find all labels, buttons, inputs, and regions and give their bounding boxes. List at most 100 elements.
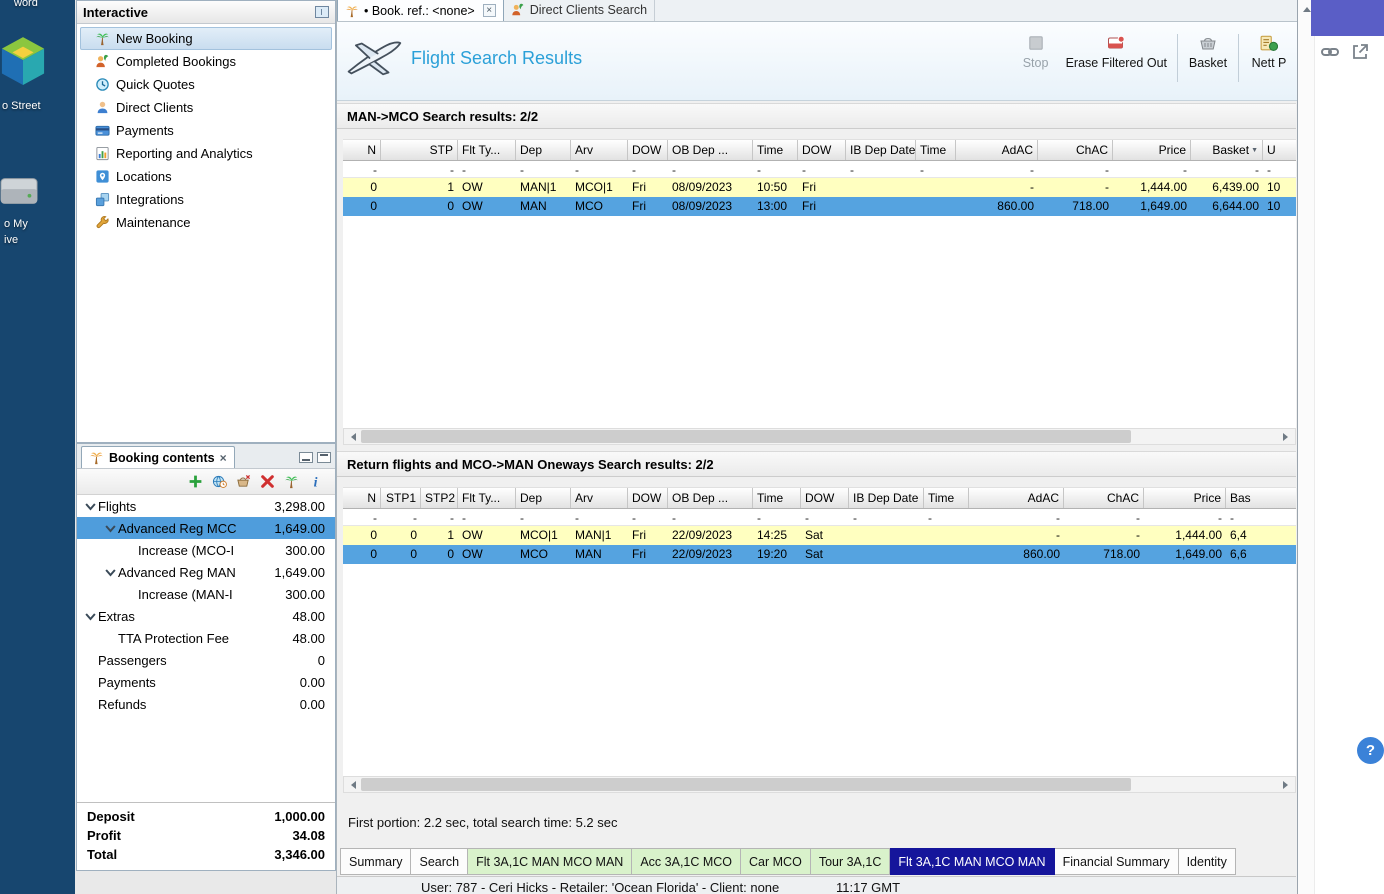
- filter-cell[interactable]: -: [458, 161, 516, 177]
- filter-cell[interactable]: -: [668, 509, 753, 525]
- close-icon[interactable]: ×: [482, 4, 496, 17]
- filter-cell[interactable]: -: [571, 509, 628, 525]
- chevron-down-icon[interactable]: [83, 499, 98, 514]
- basket-small-button[interactable]: [236, 474, 251, 489]
- bottom-tab-acc-3a-1c-mco[interactable]: Acc 3A,1C MCO: [632, 848, 742, 875]
- filter-cell[interactable]: -: [849, 509, 924, 525]
- bottom-tab-tour-3a-1c[interactable]: Tour 3A,1C: [810, 848, 891, 875]
- scroll-left-icon[interactable]: [344, 429, 361, 444]
- minimize-panel-icon[interactable]: [299, 452, 313, 463]
- booking-item-refunds[interactable]: Refunds 0.00: [77, 693, 335, 715]
- filter-cell[interactable]: -: [1226, 509, 1296, 525]
- bottom-tab-search[interactable]: Search: [411, 848, 469, 875]
- booking-item-tta-protection-fee[interactable]: TTA Protection Fee 48.00: [77, 627, 335, 649]
- booking-item-increase-man-i[interactable]: Increase (MAN-I 300.00: [77, 583, 335, 605]
- result-row[interactable]: 0 0 1 OW MCO|1 MAN|1 Fri 22/09/2023 14:25 Sat - - 1,…: [343, 526, 1296, 545]
- filter-cell[interactable]: -: [924, 509, 969, 525]
- add-button[interactable]: [188, 474, 203, 489]
- return-horizontal-scrollbar[interactable]: [343, 776, 1296, 793]
- chevron-down-icon[interactable]: [103, 521, 118, 536]
- column-header-u[interactable]: U: [1263, 140, 1296, 160]
- column-header-dow[interactable]: DOW: [801, 488, 849, 508]
- scrollbar-thumb[interactable]: [361, 430, 1132, 443]
- booking-item-extras[interactable]: Extras 48.00: [77, 605, 335, 627]
- filter-cell[interactable]: -: [846, 161, 916, 177]
- column-header-arv[interactable]: Arv: [571, 140, 628, 160]
- maximize-panel-icon[interactable]: [317, 452, 331, 463]
- result-row[interactable]: 0 0 0 OW MCO MAN Fri 22/09/2023 19:20 Sat 860.00 71…: [343, 545, 1296, 564]
- open-external-icon[interactable]: [1348, 40, 1372, 64]
- column-header-time[interactable]: Time: [753, 140, 798, 160]
- sidebar-item-integrations[interactable]: Integrations: [80, 188, 332, 211]
- filter-cell[interactable]: -: [753, 161, 798, 177]
- result-row[interactable]: 0 0 OW MAN MCO Fri 08/09/2023 13:00 Fri 860.00 718…: [343, 197, 1296, 216]
- column-header-stp2[interactable]: STP2: [421, 488, 458, 508]
- filter-cell[interactable]: -: [516, 509, 571, 525]
- column-header-ob-dep[interactable]: OB Dep ...: [668, 488, 753, 508]
- cube-app-icon[interactable]: [0, 33, 46, 91]
- bottom-tab-financial-summary[interactable]: Financial Summary: [1054, 848, 1179, 875]
- column-header-bas[interactable]: Bas: [1226, 488, 1296, 508]
- column-header-arv[interactable]: Arv: [571, 488, 628, 508]
- outbound-horizontal-scrollbar[interactable]: [343, 428, 1296, 445]
- sidebar-item-locations[interactable]: Locations: [80, 165, 332, 188]
- booking-item-advanced-reg-man[interactable]: Advanced Reg MAN 1,649.00: [77, 561, 335, 583]
- bottom-tab-identity[interactable]: Identity: [1178, 848, 1236, 875]
- result-row[interactable]: 0 1 OW MAN|1 MCO|1 Fri 08/09/2023 10:50 Fri - - 1,4…: [343, 178, 1296, 197]
- info-button[interactable]: i: [308, 474, 323, 489]
- filter-cell[interactable]: -: [916, 161, 956, 177]
- filter-cell[interactable]: -: [1191, 161, 1263, 177]
- filter-cell[interactable]: -: [458, 509, 516, 525]
- bottom-tab-flt-3a-1c-man-mco-man[interactable]: Flt 3A,1C MAN MCO MAN: [890, 848, 1055, 875]
- basket-button[interactable]: Basket: [1188, 34, 1228, 70]
- chevron-down-icon[interactable]: [103, 565, 118, 580]
- drive-icon[interactable]: [0, 173, 38, 209]
- column-header-time[interactable]: Time: [916, 140, 956, 160]
- column-header-n[interactable]: N: [343, 488, 381, 508]
- grid-filter-row[interactable]: ----------------: [343, 509, 1296, 526]
- close-icon[interactable]: [220, 452, 227, 464]
- palm-button[interactable]: [284, 474, 299, 489]
- column-header-basket[interactable]: Basket ▼: [1191, 140, 1263, 160]
- filter-cell[interactable]: -: [516, 161, 571, 177]
- column-header-dep[interactable]: Dep: [516, 140, 571, 160]
- filter-cell[interactable]: -: [381, 161, 458, 177]
- filter-cell[interactable]: -: [628, 161, 668, 177]
- filter-cell[interactable]: -: [628, 509, 668, 525]
- nett-p-button[interactable]: Nett P: [1249, 34, 1289, 70]
- column-header-n[interactable]: N: [343, 140, 381, 160]
- link-icon[interactable]: [1318, 40, 1342, 64]
- chevron-down-icon[interactable]: [83, 609, 98, 624]
- globe-clock-button[interactable]: [212, 474, 227, 489]
- sidebar-item-completed-bookings[interactable]: Completed Bookings: [80, 50, 332, 73]
- bottom-tab-flt-3a-1c-man-mco-man[interactable]: Flt 3A,1C MAN MCO MAN: [468, 848, 633, 875]
- filter-cell[interactable]: -: [571, 161, 628, 177]
- background-vertical-scrollbar[interactable]: [1298, 0, 1315, 894]
- column-header-flt-ty[interactable]: Flt Ty...: [458, 140, 516, 160]
- column-header-dow[interactable]: DOW: [628, 488, 668, 508]
- column-header-adac[interactable]: AdAC: [969, 488, 1064, 508]
- booking-item-advanced-reg-mcc[interactable]: Advanced Reg MCC 1,649.00: [77, 517, 335, 539]
- grid-filter-row[interactable]: ----------------: [343, 161, 1296, 178]
- sidebar-item-direct-clients[interactable]: Direct Clients: [80, 96, 332, 119]
- column-header-dow[interactable]: DOW: [798, 140, 846, 160]
- delete-x-button[interactable]: [260, 474, 275, 489]
- help-icon[interactable]: [1357, 737, 1384, 764]
- document-tab-direct-clients-search[interactable]: Direct Clients Search: [504, 0, 656, 21]
- sidebar-item-payments[interactable]: Payments: [80, 119, 332, 142]
- column-header-stp[interactable]: STP: [381, 140, 458, 160]
- column-header-price[interactable]: Price: [1113, 140, 1191, 160]
- column-header-price[interactable]: Price: [1144, 488, 1226, 508]
- booking-item-payments[interactable]: Payments 0.00: [77, 671, 335, 693]
- column-header-dow[interactable]: DOW: [628, 140, 668, 160]
- erase-filtered-out-button[interactable]: Erase Filtered Out: [1066, 34, 1167, 70]
- filter-cell[interactable]: -: [1038, 161, 1113, 177]
- pin-panel-icon[interactable]: [315, 6, 329, 18]
- filter-cell[interactable]: -: [421, 509, 458, 525]
- filter-cell[interactable]: -: [1263, 161, 1296, 177]
- scroll-right-icon[interactable]: [1278, 429, 1295, 444]
- column-header-stp1[interactable]: STP1: [381, 488, 421, 508]
- column-header-chac[interactable]: ChAC: [1038, 140, 1113, 160]
- sidebar-item-reporting-and-analytics[interactable]: Reporting and Analytics: [80, 142, 332, 165]
- filter-cell[interactable]: -: [343, 161, 381, 177]
